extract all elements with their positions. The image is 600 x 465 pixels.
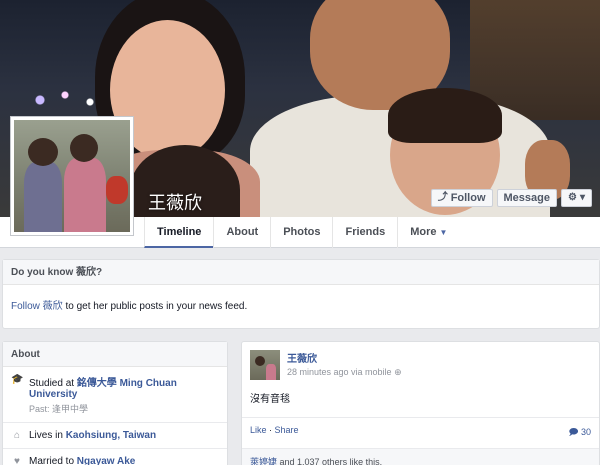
child-head [70,134,98,162]
tab-more[interactable]: More ▼ [397,217,459,248]
comment-count-value: 30 [580,427,591,437]
tab-timeline[interactable]: Timeline [144,217,214,248]
follow-label: Follow [450,192,486,204]
do-you-know-text: to get her public posts in your news fee… [62,301,248,312]
like-link[interactable]: Like [250,425,267,435]
tab-friends[interactable]: Friends [332,217,397,248]
tab-more-label: More [410,226,437,238]
do-you-know-title: Do you know 薇欣? [3,260,599,285]
globe-icon: ⊕ [394,367,402,377]
tabs: Timeline About Photos Friends More ▼ [144,217,459,248]
avatar[interactable] [250,350,280,380]
likes-text: and 1,037 others like this. [277,457,383,465]
cover-child-hair [388,88,502,143]
do-you-know-body: Follow 薇欣 to get her public posts in you… [3,285,599,324]
message-label: Message [503,192,550,204]
chevron-down-icon: ▼ [439,228,448,237]
liker-link[interactable]: 萊婷婕 [250,457,277,465]
studied-prefix: Studied at [29,378,77,389]
post-likes: 萊婷婕 and 1,037 others like this. [242,448,599,465]
profile-photo [14,120,130,232]
tab-about[interactable]: About [213,217,270,248]
lives-prefix: Lives in [29,430,66,441]
toy [106,176,128,204]
about-card: About 🎓 Studied at 銘傳大學 Ming Chuan Unive… [2,341,228,465]
gear-icon: ⚙ [568,192,577,203]
profile-name[interactable]: 王薇欣 [148,189,202,215]
heart-icon: ♥ [14,456,20,465]
post-author[interactable]: 王薇欣 [287,350,402,365]
graduation-cap-icon: 🎓 [11,374,24,385]
post-actions: Like · Share 🗩 30 [242,417,599,448]
share-link[interactable]: Share [275,425,299,435]
do-you-know-card: Do you know 薇欣? Follow 薇欣 to get her pub… [2,259,600,329]
residence-link[interactable]: Kaohsiung, Taiwan [66,430,156,441]
message-button[interactable]: Message [496,189,557,207]
post-timestamp[interactable]: 28 minutes ago via mobile [287,367,392,377]
child-figure [24,162,62,232]
follow-link[interactable]: Follow 薇欣 [11,301,63,312]
follow-icon: ⤴ [437,192,448,203]
about-residence: ⌂ Lives in Kaohsiung, Taiwan [3,423,227,449]
home-icon: ⌂ [13,430,21,441]
follow-button[interactable]: ⤴ Follow [430,189,493,207]
timeline-post: 王薇欣 28 minutes ago via mobile ⊕ 沒有音毯 Lik… [241,341,600,465]
settings-dropdown-button[interactable]: ⚙ ▾ [561,189,592,207]
post-header: 王薇欣 28 minutes ago via mobile ⊕ [242,342,599,388]
spouse-link[interactable]: Ngayaw Ake [77,456,136,465]
married-prefix: Married to [29,456,77,465]
child-figure [64,158,106,232]
about-relationship: ♥ Married to Ngayaw Ake [3,449,227,465]
chevron-down-icon: ▾ [579,192,585,203]
post-meta: 28 minutes ago via mobile ⊕ [287,367,402,378]
profile-picture[interactable] [10,116,134,236]
comment-count[interactable]: 🗩 30 [568,425,591,441]
child-head [28,138,58,166]
tab-photos[interactable]: Photos [270,217,332,248]
post-text: 沒有音毯 [250,394,290,405]
past-school: Past: 逢甲中學 [29,404,89,414]
comment-icon: 🗩 [568,427,579,437]
about-education: 🎓 Studied at 銘傳大學 Ming Chuan University … [3,367,227,423]
cover-actions: ⤴ Follow Message ⚙ ▾ [430,189,592,207]
about-title: About [3,342,227,367]
